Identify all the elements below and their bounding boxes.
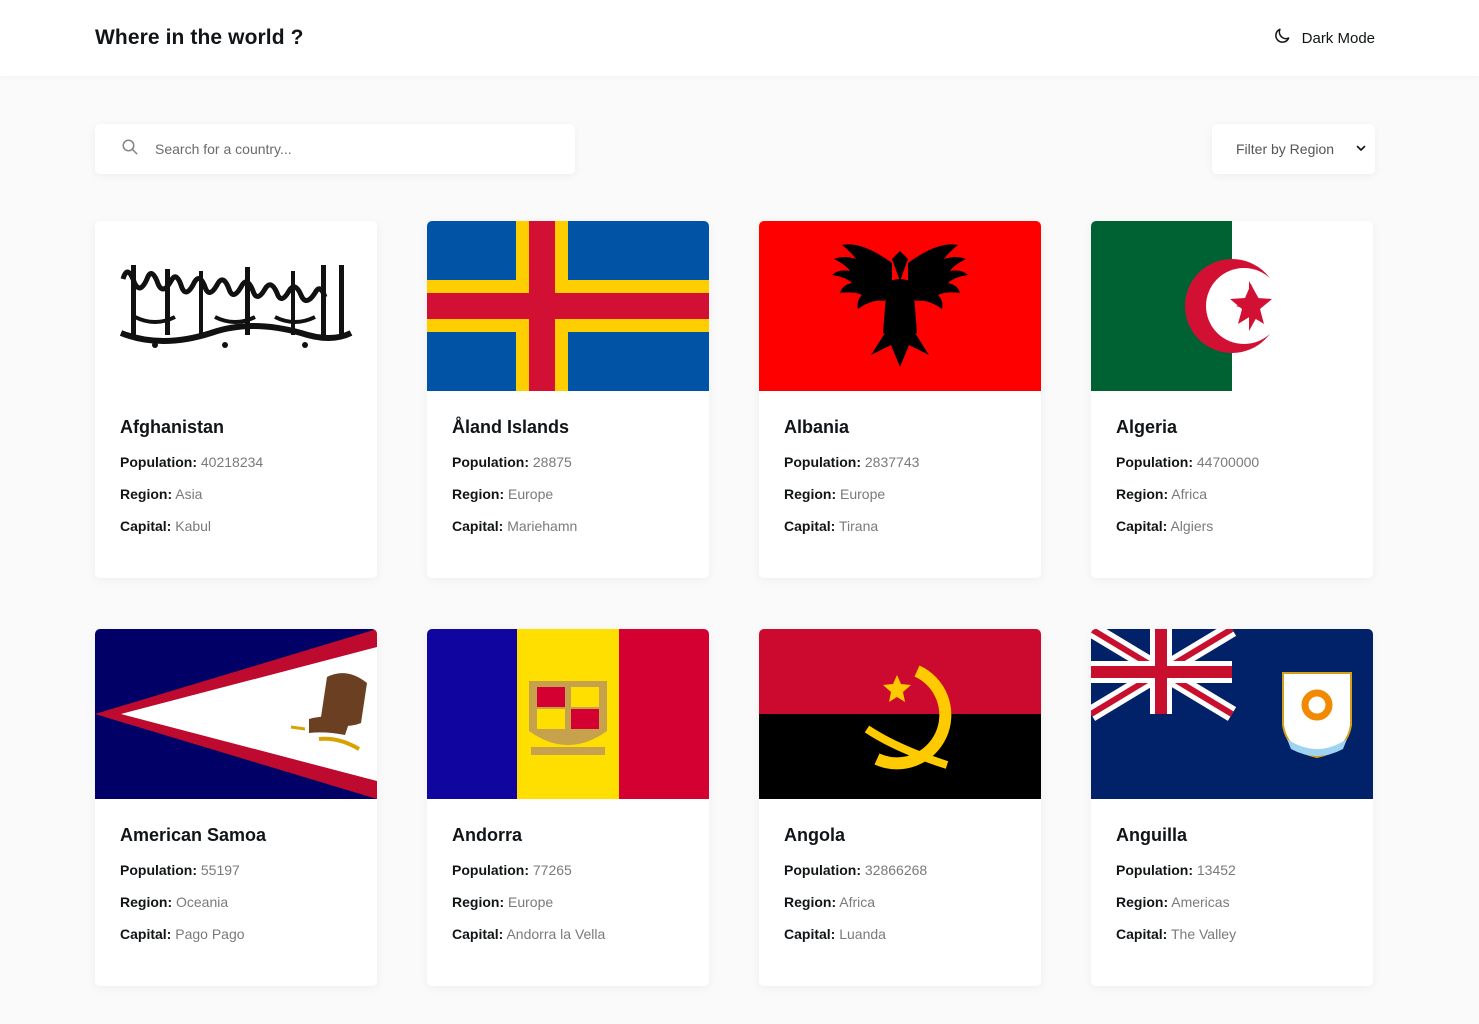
population-value: 55197 xyxy=(200,862,240,878)
country-name: Afghanistan xyxy=(120,417,225,437)
country-name: Andorra xyxy=(452,825,523,845)
chevron-down-icon xyxy=(1355,141,1367,157)
search-input[interactable] xyxy=(155,141,535,157)
region-label: Region: xyxy=(1116,486,1169,502)
flag-aland-islands xyxy=(427,221,709,391)
country-name: Anguilla xyxy=(1116,825,1187,845)
capital-label: Capital: xyxy=(452,926,504,942)
capital-value: The Valley xyxy=(1170,926,1237,942)
region-value: Asia xyxy=(175,486,203,502)
capital-value: Mariehamn xyxy=(507,518,578,534)
region-value: Europe xyxy=(508,486,554,502)
region-value: Europe xyxy=(840,486,886,502)
capital-value: Andorra la Vella xyxy=(506,926,606,942)
search-icon xyxy=(121,138,139,161)
flag-american-samoa xyxy=(95,629,377,799)
site-title: Where in the world ? xyxy=(95,26,304,49)
capital-label: Capital: xyxy=(784,518,836,534)
country-card[interactable]: Anguilla Population: 13452 Region: Ameri… xyxy=(1091,629,1373,986)
population-label: Population: xyxy=(784,862,861,878)
region-value: Africa xyxy=(839,894,876,910)
capital-value: Pago Pago xyxy=(175,926,245,942)
region-label: Region: xyxy=(120,486,173,502)
filter-label: Filter by Region xyxy=(1236,141,1335,157)
region-value: Americas xyxy=(1171,894,1230,910)
country-name: American Samoa xyxy=(120,825,267,845)
region-label: Region: xyxy=(784,486,837,502)
flag-afghanistan xyxy=(95,221,377,391)
capital-value: Luanda xyxy=(839,926,886,942)
population-value: 28875 xyxy=(532,454,572,470)
dark-mode-label: Dark Mode xyxy=(1301,29,1375,47)
region-label: Region: xyxy=(1116,894,1169,910)
population-label: Population: xyxy=(1116,862,1193,878)
capital-value: Algiers xyxy=(1170,518,1214,534)
capital-label: Capital: xyxy=(784,926,836,942)
capital-label: Capital: xyxy=(452,518,504,534)
flag-anguilla xyxy=(1091,629,1373,799)
country-name: Algeria xyxy=(1116,417,1178,437)
site-header: Where in the world ? Dark Mode xyxy=(0,0,1479,76)
country-card[interactable]: Algeria Population: 44700000 Region: Afr… xyxy=(1091,221,1373,578)
population-label: Population: xyxy=(452,454,529,470)
capital-value: Kabul xyxy=(175,518,212,534)
country-card[interactable]: Angola Population: 32866268 Region: Afri… xyxy=(759,629,1041,986)
country-grid: Afghanistan Population: 40218234 Region:… xyxy=(95,221,1375,986)
population-label: Population: xyxy=(120,862,197,878)
population-value: 77265 xyxy=(532,862,572,878)
population-value: 13452 xyxy=(1196,862,1236,878)
moon-icon xyxy=(1272,26,1292,50)
capital-label: Capital: xyxy=(1116,926,1168,942)
population-label: Population: xyxy=(784,454,861,470)
population-value: 44700000 xyxy=(1196,454,1260,470)
country-card[interactable]: Åland Islands Population: 28875 Region: … xyxy=(427,221,709,578)
region-value: Oceania xyxy=(176,894,229,910)
region-value: Europe xyxy=(508,894,554,910)
flag-angola xyxy=(759,629,1041,799)
country-card[interactable]: Afghanistan Population: 40218234 Region:… xyxy=(95,221,377,578)
dark-mode-toggle[interactable]: Dark Mode xyxy=(1272,26,1375,50)
population-value: 40218234 xyxy=(200,454,264,470)
capital-label: Capital: xyxy=(120,518,172,534)
country-card[interactable]: Albania Population: 2837743 Region: Euro… xyxy=(759,221,1041,578)
country-card[interactable]: American Samoa Population: 55197 Region:… xyxy=(95,629,377,986)
region-label: Region: xyxy=(120,894,173,910)
flag-algeria xyxy=(1091,221,1373,391)
population-value: 32866268 xyxy=(864,862,928,878)
region-label: Region: xyxy=(784,894,837,910)
country-name: Åland Islands xyxy=(452,417,570,437)
region-value: Africa xyxy=(1171,486,1208,502)
region-filter-select[interactable]: Filter by Region xyxy=(1212,124,1375,174)
region-label: Region: xyxy=(452,486,505,502)
country-name: Albania xyxy=(784,417,850,437)
flag-albania xyxy=(759,221,1041,391)
flag-andorra xyxy=(427,629,709,799)
capital-label: Capital: xyxy=(1116,518,1168,534)
country-name: Angola xyxy=(784,825,845,845)
country-card[interactable]: Andorra Population: 77265 Region: Europe… xyxy=(427,629,709,986)
population-label: Population: xyxy=(120,454,197,470)
region-label: Region: xyxy=(452,894,505,910)
capital-label: Capital: xyxy=(120,926,172,942)
capital-value: Tirana xyxy=(838,518,879,534)
population-label: Population: xyxy=(452,862,529,878)
search-box[interactable] xyxy=(95,124,575,174)
controls-bar: Filter by Region xyxy=(95,124,1375,174)
population-value: 2837743 xyxy=(864,454,920,470)
population-label: Population: xyxy=(1116,454,1193,470)
